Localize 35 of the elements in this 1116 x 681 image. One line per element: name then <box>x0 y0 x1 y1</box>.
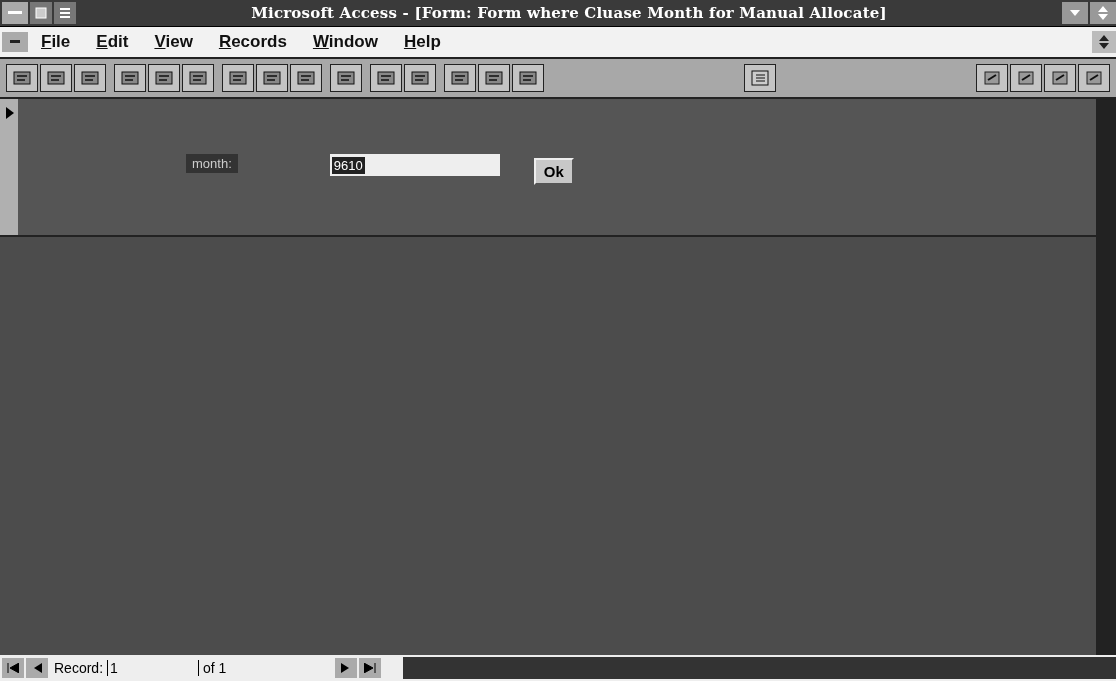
horizontal-scrollbar[interactable] <box>403 657 1116 679</box>
menu-item[interactable]: Edit <box>83 30 142 54</box>
bar-icon <box>8 11 22 15</box>
menu-item[interactable]: Records <box>205 30 300 54</box>
document-control-button[interactable] <box>2 32 28 52</box>
menu-item[interactable]: View <box>141 30 206 54</box>
record-count: of 1 <box>198 660 334 676</box>
vertical-scrollbar[interactable] <box>1096 99 1116 655</box>
previous-record-button[interactable] <box>26 658 48 678</box>
up-down-arrow-icon <box>1098 6 1108 20</box>
last-record-button[interactable] <box>359 658 382 678</box>
window-title: Microsoft Access - [Form: Form where Cluase Month for Manual Allocate] <box>250 4 888 22</box>
menu-item[interactable]: File <box>28 30 84 54</box>
first-record-button[interactable] <box>2 658 24 678</box>
month-field[interactable]: 9610 <box>329 154 500 176</box>
menu-item[interactable]: Help <box>390 30 454 54</box>
triangle-icon <box>6 107 14 119</box>
first-arrow-icon <box>7 663 19 673</box>
menu-item[interactable]: Window <box>299 30 391 54</box>
app-icon-button[interactable] <box>30 2 52 24</box>
left-arrow-icon <box>32 663 42 673</box>
month-label: month: <box>186 154 238 173</box>
down-arrow-icon <box>1070 10 1080 16</box>
restore-button[interactable] <box>1092 31 1116 53</box>
document-icon-button[interactable] <box>54 2 76 24</box>
square-icon <box>35 7 47 19</box>
ok-button[interactable]: Ok <box>533 158 574 185</box>
bar-icon <box>10 40 20 44</box>
record-label: Record: <box>53 660 105 676</box>
next-record-button[interactable] <box>335 658 358 678</box>
up-down-arrow-icon <box>1099 35 1109 49</box>
lines-icon <box>59 7 71 19</box>
last-arrow-icon <box>364 663 377 673</box>
minimize-button[interactable] <box>1062 2 1088 24</box>
record-number-field[interactable]: 1 <box>107 660 197 676</box>
